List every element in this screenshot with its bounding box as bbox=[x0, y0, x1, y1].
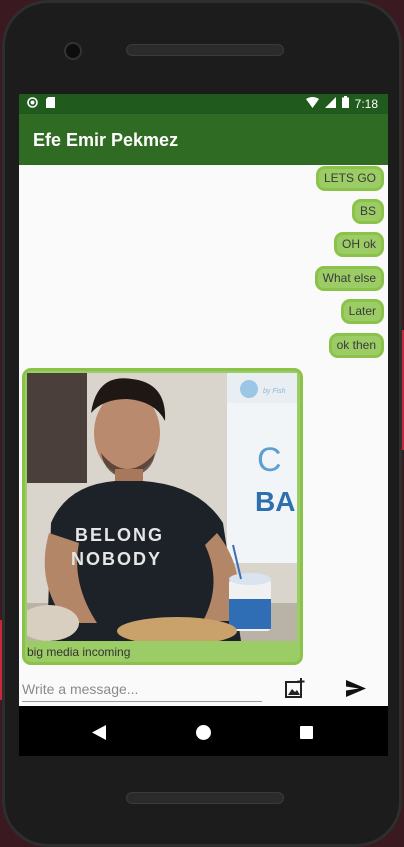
app-bar: Efe Emir Pekmez bbox=[19, 114, 388, 165]
signal-icon bbox=[324, 96, 336, 111]
message-bubble[interactable]: What else bbox=[314, 266, 384, 291]
wifi-icon bbox=[305, 96, 319, 111]
chat-message-list[interactable]: LETS GO BS OH ok What else Later ok then… bbox=[19, 165, 388, 672]
phone-frame: 7:18 Efe Emir Pekmez LETS GO BS OH ok Wh… bbox=[2, 0, 402, 847]
media-message-bubble[interactable]: by Fish C BA BELONG NOBODY big media inc… bbox=[22, 368, 303, 665]
message-bubble[interactable]: ok then bbox=[328, 333, 384, 358]
message-input[interactable] bbox=[22, 677, 262, 702]
status-bar: 7:18 bbox=[19, 94, 388, 114]
send-icon[interactable] bbox=[346, 680, 366, 702]
back-triangle-icon[interactable] bbox=[92, 725, 106, 745]
battery-icon bbox=[341, 96, 349, 111]
sd-card-icon bbox=[46, 97, 55, 111]
message-composer bbox=[19, 672, 388, 706]
chat-contact-name: Efe Emir Pekmez bbox=[33, 130, 179, 150]
shirt-text-line: NOBODY bbox=[71, 549, 162, 569]
top-speaker bbox=[126, 44, 284, 56]
message-bubble[interactable]: Later bbox=[340, 299, 384, 324]
message-photo[interactable]: by Fish C BA BELONG NOBODY bbox=[27, 373, 297, 641]
home-circle-icon[interactable] bbox=[196, 725, 211, 745]
bottom-speaker bbox=[126, 792, 284, 804]
sign-letter: BA bbox=[255, 486, 295, 517]
system-nav-bar bbox=[19, 706, 388, 756]
media-caption: big media incoming bbox=[27, 645, 131, 659]
sign-letter: C bbox=[257, 441, 282, 479]
recents-square-icon[interactable] bbox=[300, 726, 313, 744]
shirt-text-line: BELONG bbox=[75, 525, 164, 545]
front-camera bbox=[64, 42, 82, 60]
message-bubble[interactable]: BS bbox=[351, 199, 384, 224]
add-photo-icon[interactable] bbox=[284, 677, 306, 704]
message-bubble[interactable]: OH ok bbox=[333, 232, 384, 257]
sync-icon bbox=[27, 97, 38, 111]
status-time: 7:18 bbox=[354, 96, 378, 111]
screen: 7:18 Efe Emir Pekmez LETS GO BS OH ok Wh… bbox=[19, 94, 388, 756]
sign-logo-text: by Fish bbox=[263, 388, 286, 395]
message-bubble[interactable]: LETS GO bbox=[315, 166, 384, 191]
